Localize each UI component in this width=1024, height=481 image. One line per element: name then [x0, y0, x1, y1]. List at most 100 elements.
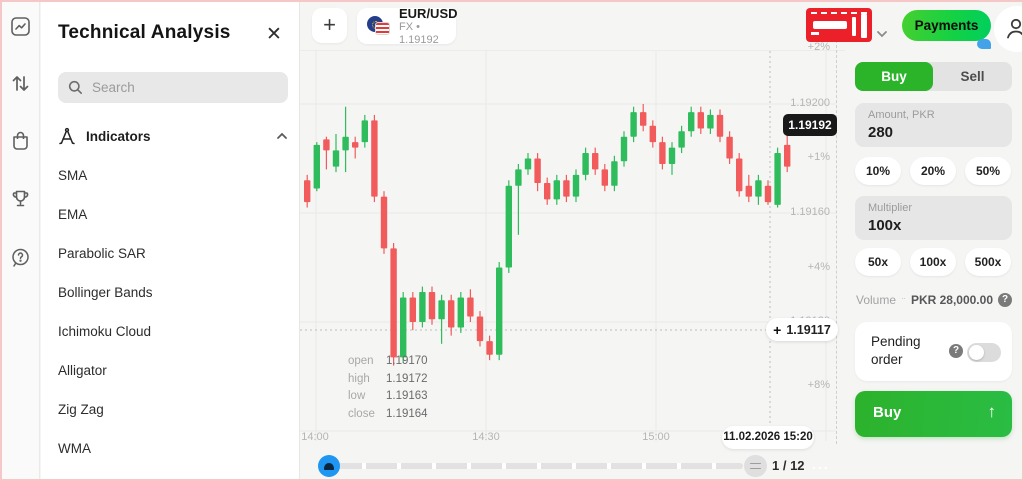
price-axis-tick: 1.19200	[770, 97, 830, 109]
us-flag-icon	[375, 22, 390, 35]
candle	[477, 317, 483, 342]
percent-button-10pct[interactable]: 10%	[855, 157, 901, 185]
sort-arrows-icon[interactable]	[10, 73, 31, 94]
compass-icon	[58, 127, 76, 145]
profile-avatar[interactable]	[994, 6, 1024, 52]
indicator-item-alligator[interactable]: Alligator	[58, 363, 107, 381]
chevron-down-icon[interactable]	[875, 27, 889, 41]
amount-input[interactable]	[868, 124, 988, 141]
candle	[544, 183, 550, 199]
price-axis-tick: 1.19160	[770, 206, 830, 218]
current-price-pill: 1.19192	[783, 114, 837, 136]
candle	[467, 297, 473, 316]
pending-help-icon[interactable]: ?	[949, 344, 963, 358]
currency-pair-flags-icon	[367, 15, 391, 37]
chart-scroll-handle[interactable]	[318, 455, 340, 477]
volume-label: Volume	[856, 293, 896, 307]
candle	[736, 159, 742, 192]
indicator-item-sma[interactable]: SMA	[58, 168, 87, 186]
candle	[390, 248, 396, 357]
percent-button-50pct[interactable]: 50%	[965, 157, 1011, 185]
crosshair-price: 1.19117	[786, 323, 831, 337]
candle	[381, 197, 387, 249]
pending-order-toggle[interactable]	[967, 343, 1001, 362]
candle	[429, 292, 435, 319]
add-chart-button[interactable]: +	[312, 8, 347, 43]
candle	[640, 112, 646, 126]
buy-tab[interactable]: Buy	[855, 62, 933, 91]
multiplier-field[interactable]: Multiplier	[855, 196, 1012, 240]
help-icon[interactable]	[10, 247, 31, 268]
volume-help-icon[interactable]: ?	[998, 293, 1012, 307]
chart-pager: 1 / 12	[772, 458, 805, 473]
multiplier-input[interactable]	[868, 217, 988, 234]
candle	[726, 137, 732, 159]
close-icon[interactable]: ✕	[263, 24, 285, 46]
ohlc-close-label: close	[348, 406, 386, 424]
time-axis-tick: 14:30	[461, 431, 511, 443]
icon-rail	[0, 0, 40, 481]
chart-scrollbar-track[interactable]	[331, 463, 743, 469]
trading-app: Technical Analysis ✕ Indicators SMAEMAPa…	[0, 0, 1024, 481]
indicator-item-zig-zag[interactable]: Zig Zag	[58, 402, 104, 420]
indicator-item-parabolic-sar[interactable]: Parabolic SAR	[58, 246, 146, 264]
price-axis-ruler[interactable]	[836, 40, 837, 444]
candle	[688, 112, 694, 131]
payments-button[interactable]: Payments	[902, 10, 991, 41]
candle	[314, 145, 320, 189]
indicator-item-bollinger-bands[interactable]: Bollinger Bands	[58, 285, 153, 303]
pair-name: EUR/USD	[399, 6, 458, 21]
ohlc-low-label: low	[348, 388, 386, 406]
buy-button[interactable]: Buy ↑	[855, 391, 1012, 437]
candle	[650, 126, 656, 142]
candle	[515, 169, 521, 185]
bag-icon[interactable]	[10, 130, 31, 151]
candle	[419, 292, 425, 322]
candle	[352, 142, 358, 147]
indicators-section-header[interactable]: Indicators	[58, 126, 288, 146]
crosshair-plus-icon: +	[773, 322, 781, 338]
arrow-up-icon: ↑	[988, 402, 997, 422]
candle	[678, 131, 684, 147]
candle	[717, 115, 723, 137]
candle	[698, 112, 704, 128]
candle	[669, 148, 675, 164]
search-box	[58, 72, 288, 103]
multiplier-button-100x[interactable]: 100x	[910, 248, 956, 276]
candle	[506, 186, 512, 268]
crosshair-price-pill[interactable]: + 1.19117	[766, 318, 838, 341]
indicator-item-wma[interactable]: WMA	[58, 441, 91, 459]
candle	[592, 153, 598, 169]
amount-label: Amount, PKR	[868, 109, 999, 122]
candle	[448, 300, 454, 327]
search-icon	[68, 80, 83, 95]
indicator-item-ema[interactable]: EMA	[58, 207, 87, 225]
multiplier-button-500x[interactable]: 500x	[965, 248, 1011, 276]
sell-tab[interactable]: Sell	[933, 62, 1012, 91]
percent-button-20pct[interactable]: 20%	[910, 157, 956, 185]
promo-banner[interactable]	[806, 8, 872, 42]
chevron-up-icon[interactable]	[276, 130, 288, 142]
candle	[746, 186, 752, 197]
candle	[554, 180, 560, 199]
ohlc-high-value: 1.19172	[386, 371, 428, 389]
candle	[621, 137, 627, 162]
volume-value: PKR 28,000.00	[911, 293, 993, 307]
candle	[582, 153, 588, 175]
trophy-icon[interactable]	[10, 188, 31, 209]
chart-tab-icon[interactable]	[10, 16, 31, 37]
multiplier-button-50x[interactable]: 50x	[855, 248, 901, 276]
asset-tab-eurusd[interactable]: EUR/USD FX • 1.19192	[357, 8, 456, 44]
chat-badge-icon	[977, 39, 991, 49]
indicator-item-ichimoku-cloud[interactable]: Ichimoku Cloud	[58, 324, 151, 342]
candle	[496, 268, 502, 355]
amount-field[interactable]: Amount, PKR	[855, 103, 1012, 147]
percent-axis-tick: +1%	[770, 151, 830, 163]
multiplier-label: Multiplier	[868, 202, 999, 215]
chart-zoom-button[interactable]	[744, 455, 767, 477]
time-axis-tick: 15:00	[631, 431, 681, 443]
more-dots-icon[interactable]: ...	[812, 456, 830, 472]
candle	[371, 120, 377, 196]
ohlc-tooltip: open1.19170 high1.19172 low1.19163 close…	[348, 353, 428, 423]
search-input[interactable]	[92, 80, 272, 95]
